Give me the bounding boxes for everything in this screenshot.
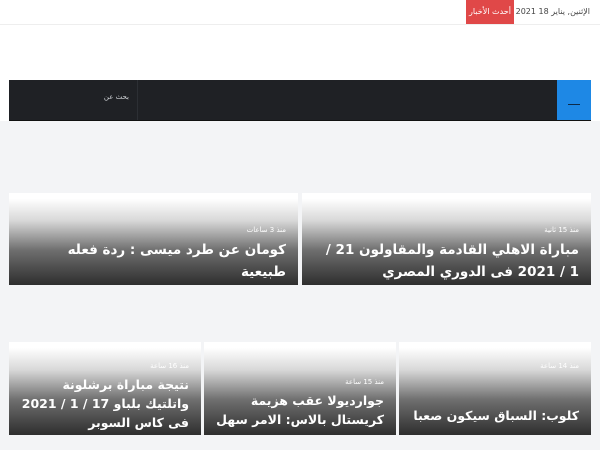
featured-post-1[interactable]: منذ 15 ثانية مباراة الاهلي القادمة والمق… [302,193,591,285]
search-label: بحث عن [103,93,129,101]
featured-post-2[interactable]: منذ 3 ساعات كومان عن طرد ميسى : ردة فعله… [9,193,298,285]
main-navbar: بحث عن [9,80,591,121]
latest-post-3[interactable]: منذ 16 ساعة نتيجة مباراة برشلونة واتلتيك… [9,342,201,435]
post-time: منذ 15 ثانية [544,226,579,234]
post-title[interactable]: كومان عن طرد ميسى : ردة فعله طبيعية [19,239,286,283]
post-title[interactable]: جوارديولا عقب هزيمة كريستال بالاس: الامر… [214,391,384,429]
post-time: منذ 3 ساعات [246,226,286,234]
latest-post-1[interactable]: منذ 14 ساعة كلوب: السباق سيكون صعبا [399,342,591,435]
post-time: منذ 16 ساعة [150,362,189,370]
search-box[interactable]: بحث عن [9,80,138,120]
post-title[interactable]: مباراة الاهلي القادمة والمقاولون 21 / 1 … [312,239,579,283]
menu-toggle-button[interactable] [557,80,591,120]
post-title[interactable]: نتيجة مباراة برشلونة واتلتيك بلباو 17 / … [19,375,189,432]
current-date: الإثنين, يناير 18 2021 [515,7,590,16]
post-time: منذ 15 ساعة [345,378,384,386]
latest-post-2[interactable]: منذ 15 ساعة جوارديولا عقب هزيمة كريستال … [204,342,396,435]
top-bar: الإثنين, يناير 18 2021 أحدث الأخبار [0,0,600,25]
post-time: منذ 14 ساعة [540,362,579,370]
post-title[interactable]: كلوب: السباق سيكون صعبا [409,406,579,425]
hamburger-icon [568,104,580,105]
breaking-news-label[interactable]: أحدث الأخبار [466,0,514,24]
